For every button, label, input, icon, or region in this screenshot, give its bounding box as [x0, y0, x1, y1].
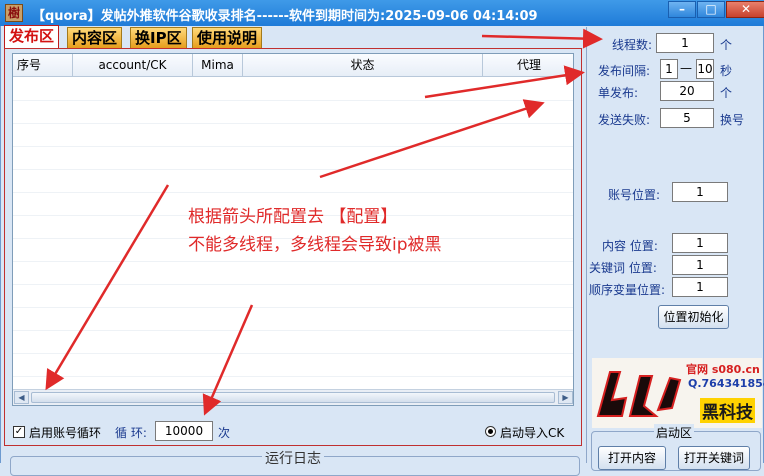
- annotation-line-2: 不能多线程，多线程会导致ip被黑: [188, 235, 442, 255]
- arrow-to-threads: [481, 28, 603, 49]
- arrow-to-cycle: [202, 304, 254, 416]
- arrow-to-single-post: [319, 99, 545, 179]
- arrow-to-interval: [424, 65, 585, 99]
- annotation-line-1: 根据箭头所配置去 【配置】: [188, 207, 398, 227]
- arrow-to-loop: [45, 184, 170, 391]
